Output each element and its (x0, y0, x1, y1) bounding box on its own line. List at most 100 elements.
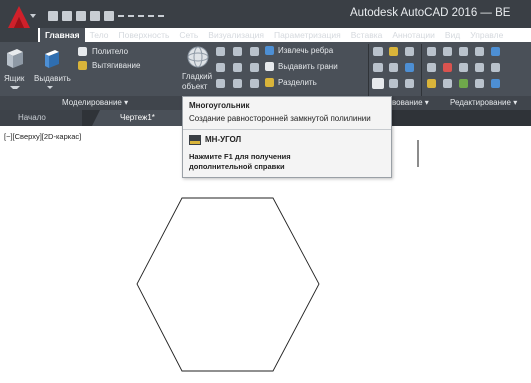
presspull-button[interactable]: Вытягивание (78, 60, 188, 72)
tab-drawing[interactable]: Чертеж1* (92, 110, 182, 126)
join-icon[interactable] (491, 79, 500, 88)
chevron-down-icon[interactable] (10, 86, 20, 92)
tooltip-description: Создание равносторонней замкнутой полили… (189, 114, 371, 123)
panel-title-modeling[interactable]: Моделирование ▾ (62, 98, 128, 107)
redo-icon[interactable] (138, 15, 144, 17)
hexagon-polygon[interactable] (136, 197, 320, 372)
intersect-icon[interactable] (233, 79, 242, 88)
spline-icon[interactable] (373, 63, 383, 72)
scale-icon[interactable] (443, 79, 452, 88)
chevron-down-icon (30, 14, 36, 18)
polyline-icon[interactable] (373, 47, 383, 56)
align-icon[interactable] (475, 47, 484, 56)
panel-title-section[interactable]: вование ▾ (392, 98, 429, 107)
rotate-icon[interactable] (443, 47, 452, 56)
extrude-faces-button[interactable]: Выдавить грани (265, 61, 365, 73)
polysolid-icon (78, 47, 87, 56)
split-label: Разделить (278, 78, 317, 87)
box-button[interactable] (4, 46, 26, 70)
extract-edges-label: Извлечь ребра (278, 46, 334, 55)
arc-icon[interactable] (405, 47, 414, 56)
union-icon[interactable] (233, 47, 242, 56)
split-button[interactable]: Разделить (265, 77, 365, 89)
tab-surface[interactable]: Поверхность (114, 28, 175, 42)
tab-view[interactable]: Вид (440, 28, 465, 42)
gizmo-icon[interactable] (459, 47, 468, 56)
fillet-icon[interactable] (443, 63, 452, 72)
tooltip-command-name: МН-УГОЛ (205, 135, 242, 144)
panel-title-section-label: вование (392, 98, 423, 107)
boundary-icon[interactable] (405, 63, 414, 72)
save-as-icon[interactable] (90, 11, 100, 21)
ribbon-tabs: Главная Тело Поверхность Сеть Визуализац… (40, 28, 508, 42)
redo-dropdown-icon[interactable] (148, 15, 154, 17)
application-menu-button[interactable] (0, 0, 38, 42)
smooth-object-label-2: объект (182, 82, 208, 91)
smooth-object-button[interactable] (186, 45, 210, 69)
undo-icon[interactable] (118, 15, 124, 17)
ellipse-icon[interactable] (405, 79, 414, 88)
chevron-down-icon[interactable] (47, 86, 53, 89)
extract-edges-icon (265, 46, 274, 55)
extrude-faces-label: Выдавить грани (278, 62, 338, 71)
rectangle-icon[interactable] (389, 79, 398, 88)
erase-icon[interactable] (475, 79, 484, 88)
tab-insert[interactable]: Вставка (346, 28, 388, 42)
command-tooltip: Многоугольник Создание равносторонней за… (182, 96, 392, 178)
extrude-faces-icon (265, 62, 274, 71)
panel-title-edit[interactable]: Редактирование ▾ (450, 98, 517, 107)
tab-parametric[interactable]: Параметризация (269, 28, 346, 42)
copy-icon[interactable] (475, 63, 484, 72)
tab-solid[interactable]: Тело (85, 28, 114, 42)
hatch-icon[interactable] (389, 47, 398, 56)
viewport-controls-label[interactable]: [−][Сверху][2D-каркас] (4, 132, 81, 141)
polysolid-button[interactable]: Политело (78, 46, 188, 58)
sphere-icon (187, 46, 209, 68)
box-label: Ящик (4, 74, 25, 83)
subtract-icon[interactable] (233, 63, 242, 72)
tab-start[interactable]: Начало (0, 110, 82, 126)
tab-mesh[interactable]: Сеть (174, 28, 203, 42)
polysolid-label: Политело (92, 47, 129, 56)
array-icon[interactable] (491, 47, 500, 56)
undo-dropdown-icon[interactable] (128, 15, 134, 17)
customize-qat-icon[interactable] (158, 15, 164, 17)
open-icon[interactable] (62, 11, 72, 21)
save-icon[interactable] (76, 11, 86, 21)
box-icon (7, 49, 23, 68)
chevron-down-icon: ▾ (424, 98, 429, 107)
shell-icon[interactable] (250, 79, 259, 88)
mesh-refine-icon[interactable] (216, 79, 225, 88)
autocad-logo-icon (8, 6, 30, 28)
slice-icon[interactable] (250, 47, 259, 56)
chevron-down-icon: ▾ (124, 98, 129, 107)
quick-access-toolbar (48, 9, 164, 23)
new-icon[interactable] (48, 11, 58, 21)
line-icon[interactable] (389, 63, 398, 72)
mirror-icon[interactable] (427, 63, 436, 72)
presspull-label: Вытягивание (92, 61, 141, 70)
extrude-label: Выдавить (34, 74, 71, 83)
print-icon[interactable] (104, 11, 114, 21)
tab-visualize[interactable]: Визуализация (203, 28, 269, 42)
tab-home[interactable]: Главная (40, 28, 85, 42)
trim-icon[interactable] (427, 79, 436, 88)
command-icon (189, 135, 201, 145)
offset-icon[interactable] (459, 63, 468, 72)
move-icon[interactable] (427, 47, 436, 56)
tab-annotate[interactable]: Аннотации (387, 28, 440, 42)
interfere-icon[interactable] (250, 63, 259, 72)
tooltip-title: Многоугольник (189, 101, 250, 110)
explode-icon[interactable] (459, 79, 468, 88)
smooth-object-label-1: Гладкий (182, 72, 213, 81)
mesh-icon[interactable] (216, 47, 225, 56)
extract-edges-button[interactable]: Извлечь ребра (265, 45, 365, 57)
extrude-button[interactable] (40, 46, 62, 70)
polygon-icon[interactable] (372, 78, 384, 89)
stretch-icon[interactable] (491, 63, 500, 72)
panel-title-modeling-label: Моделирование (62, 98, 122, 107)
mesh-smooth-icon[interactable] (216, 63, 225, 72)
panel-title-edit-label: Редактирование (450, 98, 511, 107)
split-icon (265, 78, 274, 87)
tab-manage[interactable]: Управле (465, 28, 508, 42)
